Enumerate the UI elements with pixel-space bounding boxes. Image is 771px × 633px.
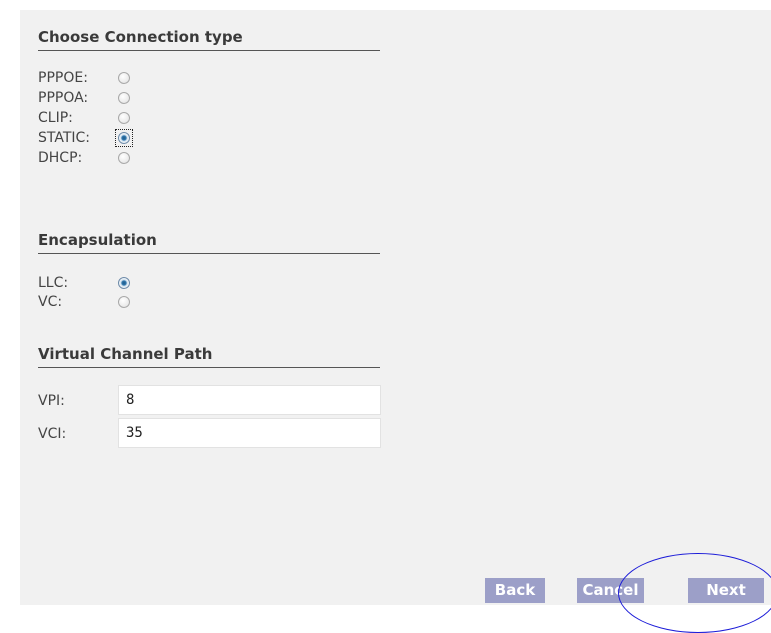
- wizard-panel: Choose Connection type PPPOE: PPPOA: CLI…: [20, 10, 771, 605]
- pppoa-radio[interactable]: [118, 92, 130, 104]
- next-button[interactable]: Next: [688, 578, 764, 603]
- connection-option-pppoe: PPPOE:: [38, 68, 130, 88]
- back-button[interactable]: Back: [485, 578, 545, 603]
- pppoe-radio[interactable]: [118, 72, 130, 84]
- vpi-input[interactable]: 8: [118, 385, 381, 415]
- encapsulation-option-llc: LLC:: [38, 273, 130, 293]
- connection-option-clip: CLIP:: [38, 108, 130, 128]
- clip-radio[interactable]: [118, 112, 130, 124]
- connection-option-label: DHCP:: [38, 150, 83, 166]
- connection-option-label: PPPOA:: [38, 90, 89, 106]
- connection-option-label: CLIP:: [38, 110, 73, 126]
- connection-option-label: STATIC:: [38, 130, 91, 146]
- encapsulation-option-label: VC:: [38, 294, 63, 310]
- dhcp-radio[interactable]: [118, 152, 130, 164]
- connection-option-static: STATIC:: [38, 128, 133, 148]
- cancel-button[interactable]: Cancel: [577, 578, 644, 603]
- connection-type-heading: Choose Connection type: [38, 28, 380, 51]
- connection-option-pppoa: PPPOA:: [38, 88, 130, 108]
- vpi-label: VPI:: [38, 393, 65, 409]
- vci-input[interactable]: 35: [118, 418, 381, 448]
- vc-radio[interactable]: [118, 296, 130, 308]
- encapsulation-option-vc: VC:: [38, 292, 130, 312]
- static-radio[interactable]: [115, 129, 133, 147]
- encapsulation-heading: Encapsulation: [38, 231, 380, 254]
- encapsulation-option-label: LLC:: [38, 275, 69, 291]
- virtual-channel-heading: Virtual Channel Path: [38, 345, 380, 368]
- connection-option-dhcp: DHCP:: [38, 148, 130, 168]
- llc-radio[interactable]: [118, 277, 130, 289]
- vci-label: VCI:: [38, 426, 67, 442]
- connection-option-label: PPPOE:: [38, 70, 88, 86]
